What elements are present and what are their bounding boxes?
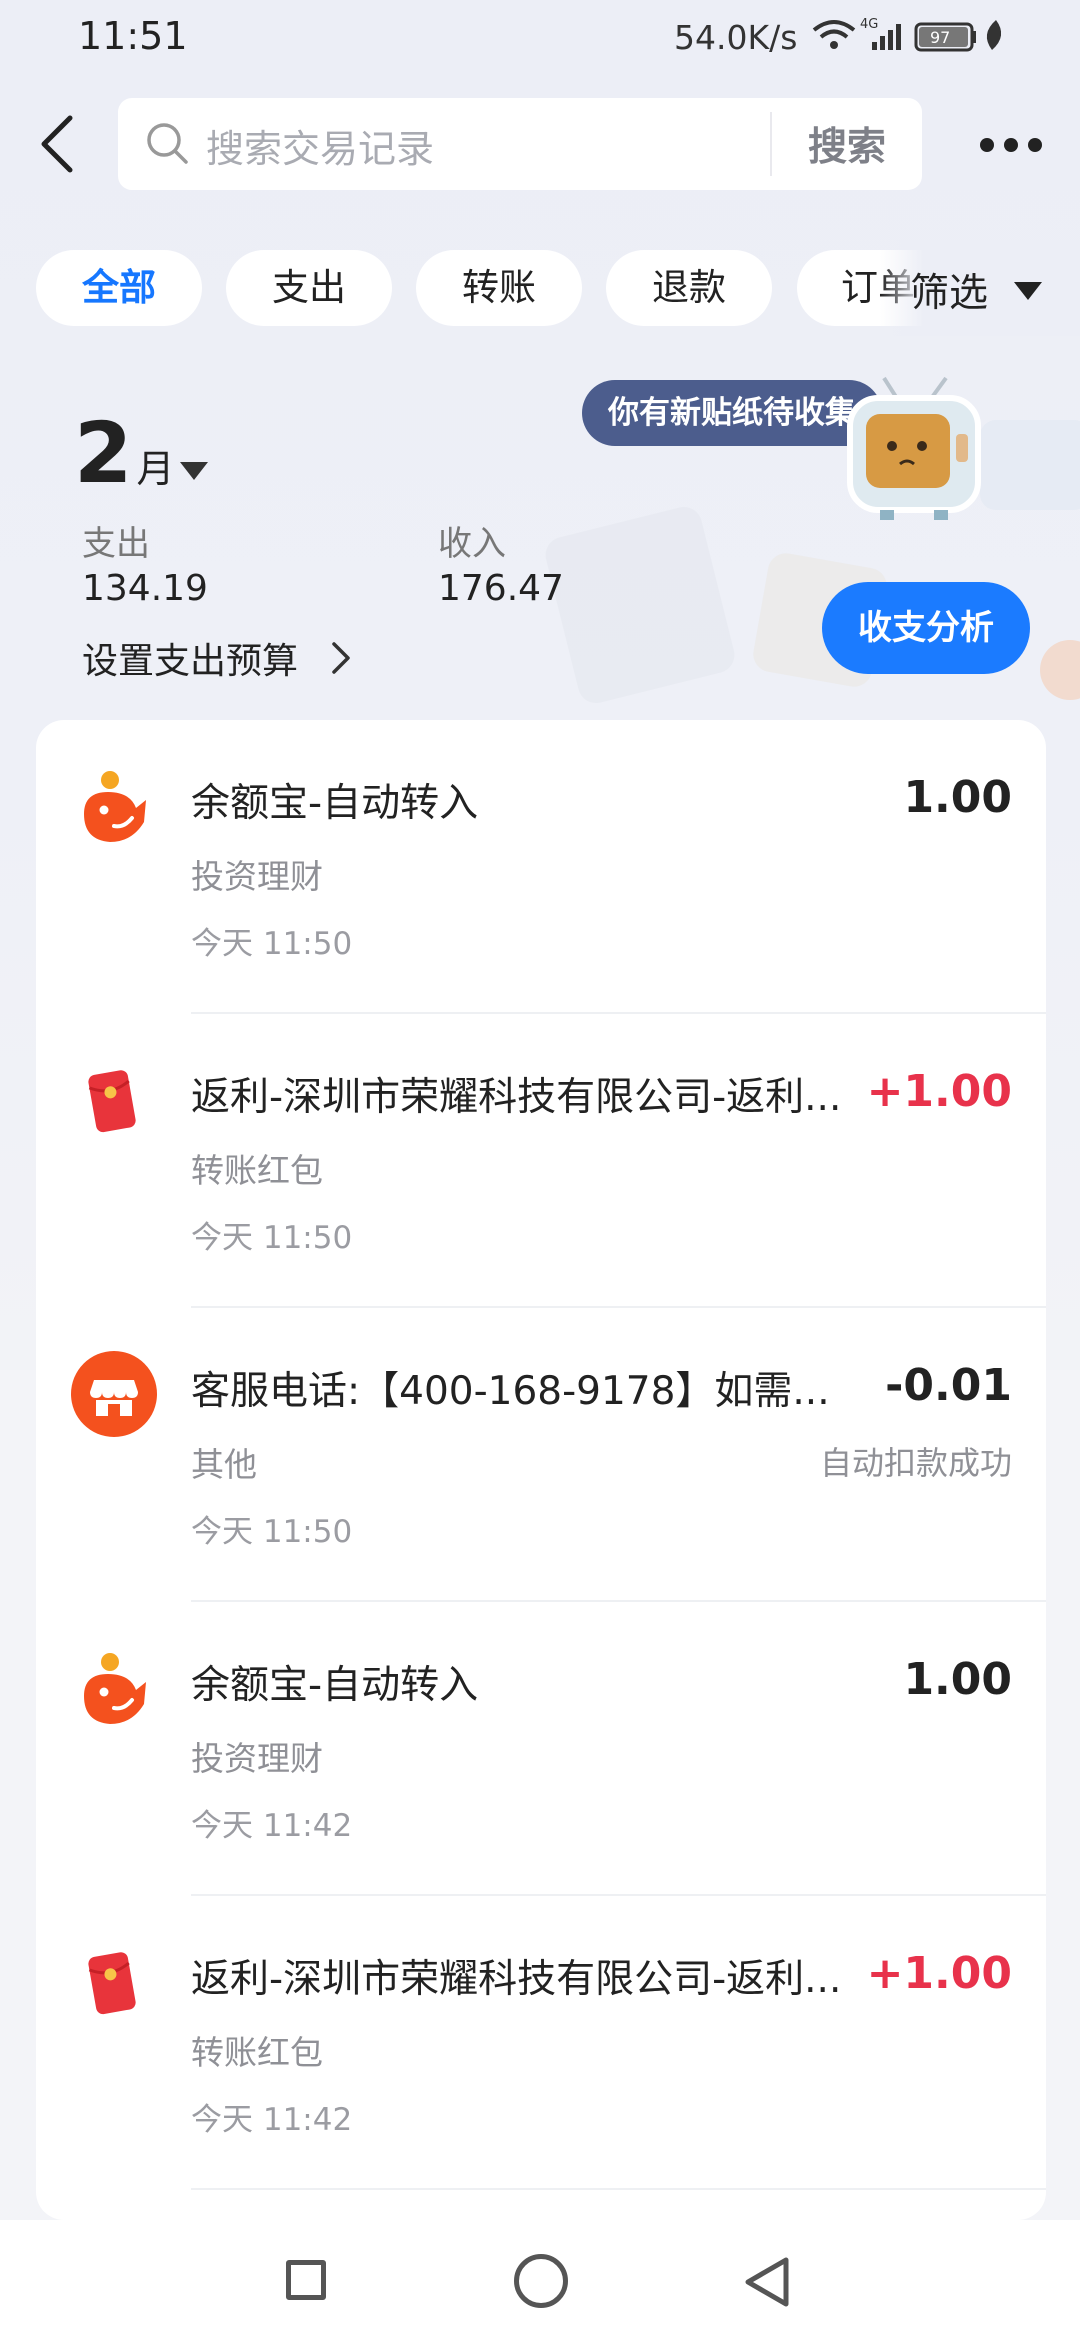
more-icon[interactable] — [978, 130, 1044, 160]
tab-transfer[interactable]: 转账 — [416, 250, 582, 326]
status-time: 11:51 — [78, 14, 188, 58]
analysis-button[interactable]: 收支分析 — [822, 582, 1030, 674]
transaction-row[interactable]: 返利-深圳市荣耀科技有限公司-返利... +1.00 转账红包 今天 11:42 — [36, 1896, 1046, 2190]
transaction-row[interactable]: 余额宝-自动转入 1.00 投资理财 今天 11:42 — [36, 1602, 1046, 1896]
transaction-category: 其他 — [191, 1445, 257, 1484]
yuebao-icon — [84, 1653, 146, 1724]
transaction-category: 投资理财 — [191, 857, 323, 896]
tab-expense[interactable]: 支出 — [226, 250, 392, 326]
transaction-time: 今天 11:50 — [191, 926, 353, 962]
transaction-row[interactable]: 余额宝-自动转入 1.00 投资理财 今天 11:50 — [36, 720, 1046, 1014]
expense-value: 134.19 — [82, 568, 208, 609]
background-decoration — [980, 420, 1080, 510]
system-nav-bar — [0, 2220, 1080, 2340]
income-label: 收入 — [438, 524, 506, 564]
transaction-category: 投资理财 — [191, 1739, 323, 1778]
transaction-category: 转账红包 — [191, 2033, 323, 2072]
transaction-amount: 1.00 — [903, 772, 1012, 823]
transaction-amount: +1.00 — [866, 1948, 1012, 1999]
transaction-time: 今天 11:42 — [191, 1808, 353, 1844]
wifi-icon — [812, 20, 856, 49]
budget-link[interactable]: 设置支出预算 — [82, 632, 298, 684]
transaction-title: 返利-深圳市荣耀科技有限公司-返利... — [191, 1075, 842, 1120]
transaction-title: 返利-深圳市荣耀科技有限公司-返利... — [191, 1957, 842, 2002]
search-icon — [147, 123, 188, 164]
transaction-title: 客服电话:【400-168-9178】如需... — [191, 1369, 830, 1414]
caret-down-icon[interactable] — [1014, 282, 1042, 300]
row-divider — [191, 2188, 1046, 2190]
battery-level: 97 — [930, 28, 950, 47]
transaction-status: 自动扣款成功 — [819, 1444, 1012, 1482]
search-button[interactable]: 搜索 — [808, 116, 886, 172]
transaction-amount: +1.00 — [866, 1066, 1012, 1117]
status-bar: 11:51 54.0K/s 4G 97 — [0, 0, 1080, 80]
net-speed: 54.0K/s — [674, 18, 798, 57]
store-icon — [71, 1351, 157, 1437]
red-envelope-icon — [88, 1070, 136, 1133]
chevron-right-icon[interactable] — [326, 640, 354, 676]
expense-label: 支出 — [82, 524, 150, 564]
back-nav-icon[interactable] — [740, 2254, 792, 2310]
sticker-bubble[interactable]: 你有新贴纸待收集 — [582, 380, 882, 446]
battery-icon: 97 — [914, 22, 976, 52]
transaction-time: 今天 11:50 — [191, 1220, 353, 1256]
tab-all[interactable]: 全部 — [36, 250, 202, 326]
transaction-amount: -0.01 — [885, 1360, 1012, 1411]
leaf-icon — [986, 20, 1002, 50]
month-selector[interactable]: 2月 — [74, 404, 174, 502]
search-bar[interactable]: 搜索交易记录 搜索 — [118, 98, 922, 190]
income-value: 176.47 — [438, 568, 564, 609]
transaction-row[interactable]: 返利-深圳市荣耀科技有限公司-返利... +1.00 转账红包 今天 11:50 — [36, 1014, 1046, 1308]
filter-button[interactable]: 筛选 — [910, 262, 988, 318]
back-icon[interactable] — [34, 112, 82, 176]
red-envelope-icon — [88, 1952, 136, 2015]
recents-icon[interactable] — [286, 2260, 326, 2300]
tab-refund[interactable]: 退款 — [606, 250, 772, 326]
status-icons: 4G 97 — [812, 17, 1002, 52]
transaction-title: 余额宝-自动转入 — [191, 1663, 479, 1708]
transaction-category: 转账红包 — [191, 1151, 323, 1190]
tv-sticker-icon[interactable] — [846, 374, 982, 522]
month-number: 2 — [74, 404, 133, 502]
transaction-time: 今天 11:50 — [191, 1514, 353, 1550]
transaction-time: 今天 11:42 — [191, 2102, 353, 2138]
transaction-list: 余额宝-自动转入 1.00 投资理财 今天 11:50 返利-深圳市荣耀科技有限… — [36, 720, 1046, 2220]
yuebao-icon — [84, 771, 146, 842]
search-divider — [770, 112, 772, 176]
transaction-amount: 1.00 — [903, 1654, 1012, 1705]
transaction-title: 余额宝-自动转入 — [191, 781, 479, 826]
transaction-row[interactable]: 客服电话:【400-168-9178】如需... -0.01 自动扣款成功 其他… — [36, 1308, 1046, 1602]
network-type: 4G — [860, 17, 878, 32]
month-unit: 月 — [136, 447, 175, 491]
search-input[interactable]: 搜索交易记录 — [206, 118, 434, 173]
caret-down-icon[interactable] — [180, 462, 208, 480]
home-icon[interactable] — [514, 2254, 568, 2308]
